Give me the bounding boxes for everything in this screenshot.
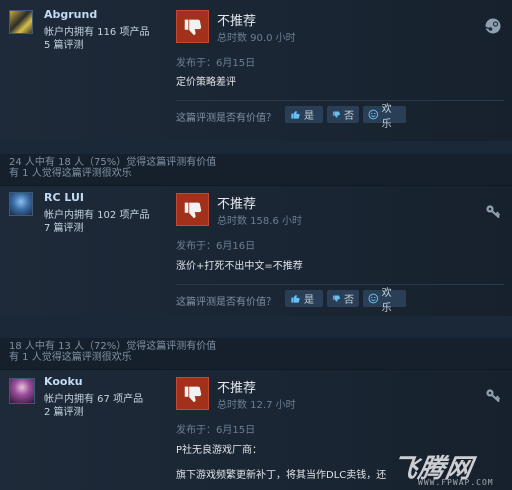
thumbs-down-icon bbox=[184, 386, 201, 402]
vote-no-label: 否 bbox=[344, 111, 354, 122]
review-text: 定价策略差评 bbox=[176, 77, 236, 88]
vote-row: 这篇评测是否有价值？ 是 否 欢乐 bbox=[176, 100, 512, 130]
vote-yes-label: 是 bbox=[304, 111, 314, 122]
thumb-down-box[interactable] bbox=[176, 10, 209, 43]
avatar[interactable] bbox=[9, 10, 33, 34]
helpful-count: 24 人中有 18 人（75%）觉得这篇评测有价值 bbox=[9, 157, 217, 168]
thumbs-down-icon bbox=[333, 295, 340, 302]
posted-date: 发布于：6月16日 bbox=[176, 241, 256, 252]
vote-yes-label: 是 bbox=[304, 295, 314, 306]
divider bbox=[176, 284, 504, 285]
user-review-count[interactable]: 5 篇评测 bbox=[44, 36, 84, 51]
review-verdict[interactable]: 不推荐 bbox=[217, 193, 256, 212]
review-body: RC LUI 帐户内拥有 102 项产品 7 篇评测 不推荐 总时数 158.6… bbox=[0, 185, 512, 316]
user-review-count[interactable]: 7 篇评测 bbox=[44, 219, 84, 234]
funny-count: 有 1 人觉得这篇评测很欢乐 bbox=[9, 352, 132, 363]
funny-count: 有 1 人觉得这篇评测很欢乐 bbox=[9, 168, 132, 179]
review-text: 涨价+打死不出中文=不推荐 bbox=[176, 261, 303, 272]
thumbs-up-icon bbox=[291, 294, 300, 303]
key-icon bbox=[486, 389, 500, 402]
helpful-count: 18 人中有 13 人（72%）觉得这篇评测有价值 bbox=[9, 341, 217, 352]
playtime: 总时数 90.0 小时 bbox=[217, 33, 296, 44]
vote-yes-button[interactable]: 是 bbox=[285, 106, 323, 123]
review-verdict[interactable]: 不推荐 bbox=[217, 377, 256, 396]
review-verdict[interactable]: 不推荐 bbox=[217, 10, 256, 29]
smiley-icon bbox=[368, 293, 379, 304]
steam-icon bbox=[485, 18, 501, 34]
review-text: 旗下游戏频繁更新补丁，将其当作DLC卖钱，还 bbox=[176, 470, 387, 481]
user-name[interactable]: Kooku bbox=[44, 375, 83, 388]
posted-date: 发布于：6月15日 bbox=[176, 58, 256, 69]
key-icon bbox=[486, 205, 500, 218]
vote-question: 这篇评测是否有价值？ bbox=[176, 113, 276, 124]
watermark-url: WWW.FPWAP.COM bbox=[418, 478, 494, 487]
review-card: Abgrund 帐户内拥有 116 项产品 5 篇评测 不推荐 总时数 90.0… bbox=[0, 0, 512, 141]
playtime: 总时数 12.7 小时 bbox=[217, 400, 296, 411]
vote-funny-button[interactable]: 欢乐 bbox=[363, 104, 406, 130]
vote-no-button[interactable]: 否 bbox=[327, 106, 359, 123]
divider bbox=[176, 100, 504, 101]
vote-funny-label: 欢乐 bbox=[381, 287, 392, 314]
avatar[interactable] bbox=[9, 378, 35, 404]
playtime: 总时数 158.6 小时 bbox=[217, 216, 302, 227]
thumbs-up-icon bbox=[291, 110, 300, 119]
vote-row: 这篇评测是否有价值？ 是 否 欢乐 bbox=[176, 284, 512, 314]
vote-no-label: 否 bbox=[344, 295, 354, 306]
review-text: P社无良游戏厂商： bbox=[176, 445, 263, 456]
user-name[interactable]: RC LUI bbox=[44, 191, 84, 204]
thumb-down-box[interactable] bbox=[176, 193, 209, 226]
review-body: Abgrund 帐户内拥有 116 项产品 5 篇评测 不推荐 总时数 90.0… bbox=[0, 0, 512, 141]
thumbs-down-icon bbox=[333, 111, 340, 118]
vote-question: 这篇评测是否有价值？ bbox=[176, 297, 276, 308]
thumb-down-box[interactable] bbox=[176, 377, 209, 410]
thumbs-down-icon bbox=[184, 202, 201, 218]
review-card: 24 人中有 18 人（75%）觉得这篇评测有价值 有 1 人觉得这篇评测很欢乐… bbox=[0, 154, 512, 316]
user-review-count[interactable]: 2 篇评测 bbox=[44, 403, 84, 418]
posted-date: 发布于：6月15日 bbox=[176, 425, 256, 436]
vote-funny-label: 欢乐 bbox=[381, 103, 392, 130]
thumbs-down-icon bbox=[184, 19, 201, 35]
user-name[interactable]: Abgrund bbox=[44, 8, 97, 21]
vote-yes-button[interactable]: 是 bbox=[285, 290, 323, 307]
vote-no-button[interactable]: 否 bbox=[327, 290, 359, 307]
vote-funny-button[interactable]: 欢乐 bbox=[363, 288, 406, 314]
smiley-icon bbox=[368, 109, 379, 120]
avatar[interactable] bbox=[9, 192, 33, 216]
